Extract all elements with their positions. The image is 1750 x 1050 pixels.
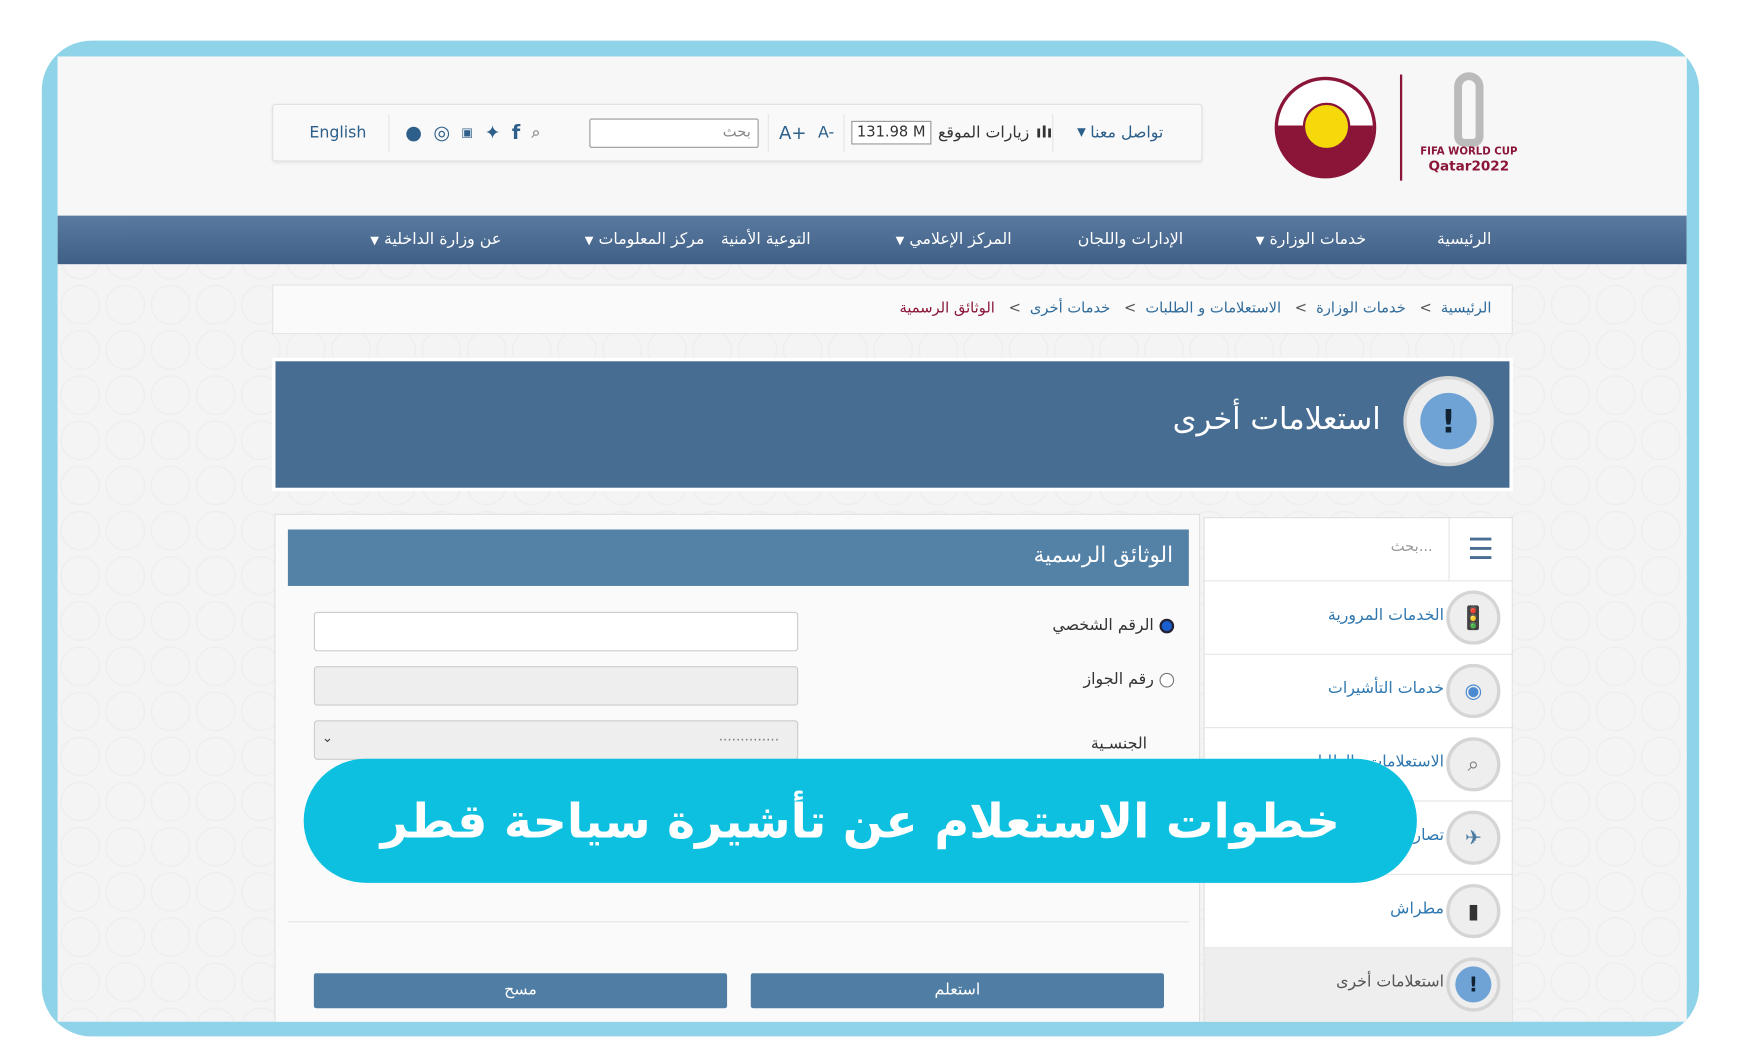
exclamation-icon: ! [1446,957,1501,1012]
search-input[interactable]: بحث [589,117,759,148]
traffic-light-icon: 🚦 [1446,590,1501,645]
twitter-icon[interactable]: ✦ [484,121,500,144]
breadcrumb-ministry-services[interactable]: خدمات الوزارة [1316,300,1406,317]
qatar-moi-seal-logo[interactable] [1274,76,1377,179]
search-icon[interactable]: ⌕ [531,124,540,142]
main-nav: الرئيسية خدمات الوزارة ▼ الإدارات واللجا… [57,215,1687,265]
font-increase-button[interactable]: A+ [779,122,807,143]
clear-button[interactable]: مسح [313,973,728,1009]
sidebar-item-other-inquiries[interactable]: ! استعلامات أخرى [1204,948,1512,1022]
nav-media-center[interactable]: المركز الإعلامي ▼ [896,216,1012,265]
sidebar-item-metrash[interactable]: ▮ مطراش [1204,875,1512,949]
exclamation-icon: ! [1403,375,1494,467]
form-title: الوثائق الرسمية [287,529,1189,586]
sidebar-search-input[interactable]: بحث... [1391,539,1433,556]
page-title: استعلامات أخرى [1172,401,1381,437]
visa-icon: ◉ [1446,663,1501,719]
facebook-icon[interactable]: f [512,121,520,144]
nav-ministry-services[interactable]: خدمات الوزارة ▼ [1256,216,1366,265]
nav-security-awareness[interactable]: التوعية الأمنية [721,216,811,265]
nav-departments[interactable]: الإدارات واللجان [1078,216,1183,265]
airplane-icon: ✈ [1446,810,1501,865]
nav-information-center[interactable]: مركز المعلومات ▼ [585,216,705,265]
nationality-label: الجنسـية [1090,734,1148,754]
nationality-select[interactable]: ⌄ .............. [313,720,799,760]
passport-number-input[interactable] [313,666,799,706]
breadcrumb: الرئيسية> خدمات الوزارة> الاستعلامات و ا… [272,284,1513,335]
breadcrumb-inquiries[interactable]: الاستعلامات و الطلبات [1145,300,1281,317]
breadcrumb-home[interactable]: الرئيسية [1441,300,1492,317]
overlay-title-banner: خطوات الاستعلام عن تأشيرة سياحة قطر [303,758,1417,883]
chevron-down-icon: ⌄ [321,729,334,746]
visits-label: زيارات الموقع [938,123,1030,142]
logo-divider [1399,74,1403,181]
nav-home[interactable]: الرئيسية [1437,216,1491,265]
page-banner: ! استعلامات أخرى [272,357,1513,492]
snapchat-icon[interactable]: ● [405,121,422,144]
radio-passport-number[interactable]: رقم الجواز [1084,671,1175,689]
bar-chart-icon: ılı [1036,123,1053,142]
metrash-icon: ▮ [1446,884,1501,939]
breadcrumb-other-services[interactable]: خدمات أخرى [1030,300,1110,317]
chevron-down-icon: ▼ [1077,126,1086,139]
magnifier-icon: ⌕ [1446,737,1501,792]
english-link[interactable]: English [309,105,366,160]
site-header: English ● ◎ ▣ ✦ f ⌕ بحث A+ A- 131.98 M ز… [57,56,1687,216]
overlay-title: خطوات الاستعلام عن تأشيرة سياحة قطر [380,793,1340,849]
inquire-button[interactable]: استعلم [750,973,1164,1009]
breadcrumb-current: الوثائق الرسمية [899,300,995,318]
contact-us-menu[interactable]: تواصل معنا [1090,124,1163,142]
youtube-icon[interactable]: ▣ [461,125,473,140]
hamburger-menu-icon[interactable]: ☰ [1448,518,1512,582]
visits-count: 131.98 M [851,120,932,145]
personal-number-input[interactable] [313,611,799,652]
sidebar-item-visas[interactable]: ◉ خدمات التأشيرات [1204,655,1512,729]
fifa-world-cup-logo: FIFA WORLD CUP Qatar2022 [1418,72,1520,174]
top-toolbar: English ● ◎ ▣ ✦ f ⌕ بحث A+ A- 131.98 M ز… [272,103,1203,162]
font-decrease-button[interactable]: A- [818,124,834,142]
instagram-icon[interactable]: ◎ [433,121,450,144]
radio-personal-number[interactable]: الرقم الشخصي [1052,616,1175,634]
nav-about-ministry[interactable]: عن وزارة الداخلية ▼ [370,216,501,265]
sidebar-item-traffic[interactable]: 🚦 الخدمات المرورية [1204,581,1512,655]
